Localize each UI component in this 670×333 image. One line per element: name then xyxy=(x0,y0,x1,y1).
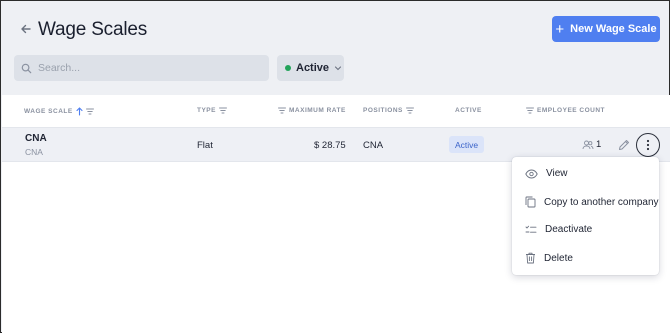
column-header-max-rate[interactable]: MAXIMUM RATE xyxy=(278,107,346,114)
page-header: Wage Scales + New Wage Scale Active xyxy=(1,1,669,95)
employee-count: 1 xyxy=(582,139,601,150)
page-title: Wage Scales xyxy=(38,19,148,40)
filter-icon[interactable] xyxy=(85,108,94,115)
type-cell: Flat xyxy=(197,140,213,151)
status-filter-label: Active xyxy=(296,62,330,74)
search-icon xyxy=(21,63,32,73)
employee-count-value: 1 xyxy=(596,139,602,150)
column-header-type[interactable]: TYPE xyxy=(197,107,227,114)
wage-scale-code: CNA xyxy=(25,147,43,157)
edit-pencil-icon[interactable] xyxy=(617,138,631,152)
column-header-wage-scale[interactable]: WAGE SCALE xyxy=(24,107,94,116)
table-header: WAGE SCALE TYPE MAXIMUM RATE POSITIONS A… xyxy=(2,95,670,128)
search-input[interactable] xyxy=(38,62,258,74)
status-filter-dropdown[interactable]: Active xyxy=(277,55,344,81)
row-actions-menu: View Copy to another company Deactivate … xyxy=(512,157,659,275)
column-label: ACTIVE xyxy=(455,107,482,114)
column-label: WAGE SCALE xyxy=(24,108,73,115)
new-wage-scale-label: New Wage Scale xyxy=(570,23,657,35)
trash-icon xyxy=(526,252,535,264)
column-header-active: ACTIVE xyxy=(455,107,482,114)
menu-item-copy-to-company[interactable]: Copy to another company xyxy=(525,196,659,208)
list-remove-icon xyxy=(525,225,537,233)
column-header-employee-count[interactable]: EMPLOYEE COUNT xyxy=(526,107,605,114)
new-wage-scale-button[interactable]: + New Wage Scale xyxy=(552,16,660,42)
menu-item-label: Deactivate xyxy=(545,224,593,235)
filter-icon[interactable] xyxy=(218,107,227,114)
active-status-dot xyxy=(285,65,291,71)
more-actions-button[interactable] xyxy=(636,133,660,157)
kebab-menu-icon xyxy=(646,139,650,151)
chevron-down-icon xyxy=(334,66,342,71)
max-rate-cell: $ 28.75 xyxy=(314,140,346,151)
column-label: MAXIMUM RATE xyxy=(289,107,346,114)
column-label: TYPE xyxy=(197,107,216,114)
users-icon xyxy=(582,140,594,149)
app-window: Wage Scales + New Wage Scale Active WAGE… xyxy=(0,0,670,333)
wage-scale-name: CNA xyxy=(25,133,47,144)
menu-item-view[interactable]: View xyxy=(525,168,568,179)
column-label: POSITIONS xyxy=(363,107,403,114)
search-box xyxy=(14,55,269,81)
sort-ascending-icon[interactable] xyxy=(76,107,83,116)
filter-icon[interactable] xyxy=(278,107,286,114)
plus-icon: + xyxy=(555,20,565,38)
column-label: EMPLOYEE COUNT xyxy=(537,107,606,114)
filter-icon[interactable] xyxy=(405,107,414,114)
menu-item-deactivate[interactable]: Deactivate xyxy=(525,224,592,235)
eye-icon xyxy=(525,169,538,178)
active-status-badge: Active xyxy=(449,136,485,153)
menu-item-label: Copy to another company xyxy=(544,196,659,208)
column-header-positions[interactable]: POSITIONS xyxy=(363,107,414,114)
filter-icon[interactable] xyxy=(526,107,534,114)
menu-item-label: View xyxy=(546,168,568,179)
menu-item-label: Delete xyxy=(544,252,573,264)
menu-item-delete[interactable]: Delete xyxy=(525,252,573,264)
back-arrow-icon[interactable] xyxy=(18,21,34,37)
positions-cell: CNA xyxy=(363,140,384,151)
copy-icon xyxy=(525,196,536,208)
